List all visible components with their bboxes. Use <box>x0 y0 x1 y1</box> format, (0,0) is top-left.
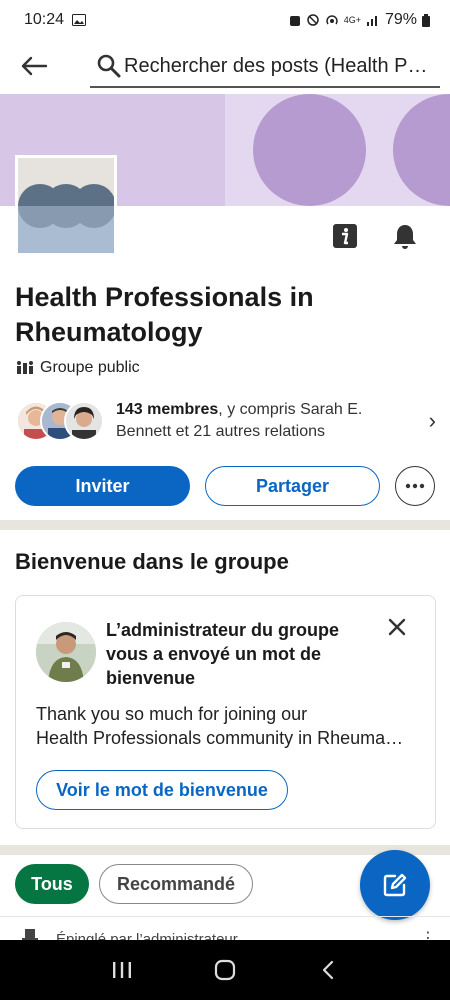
search-placeholder: Rechercher des posts (Health Professiona… <box>124 54 434 77</box>
system-nav-bar <box>0 940 450 1000</box>
welcome-message: Thank you so much for joining our Health… <box>36 702 416 750</box>
pinned-post-header[interactable]: Épinglé par l’administrateur ⋮ <box>0 916 450 940</box>
compose-icon <box>383 873 407 897</box>
filter-chip-recommended[interactable]: Recommandé <box>99 864 253 904</box>
arrow-left-icon <box>21 56 48 76</box>
chevron-right-icon: › <box>428 408 436 433</box>
search-input[interactable]: Rechercher des posts (Health Professiona… <box>90 46 440 88</box>
group-title: Health Professionals in Rheumatology <box>15 282 314 347</box>
welcome-card: L’administrateur du groupe vous a envoyé… <box>15 595 436 829</box>
status-bar: 10:24 4G+ 79% <box>0 0 450 40</box>
view-welcome-button[interactable]: Voir le mot de bienvenue <box>36 770 288 810</box>
recent-apps-icon <box>112 962 131 978</box>
status-right: 4G+ 79% <box>289 11 430 29</box>
gallery-icon <box>72 14 87 26</box>
status-time: 10:24 <box>24 11 65 28</box>
pin-icon <box>22 929 38 940</box>
avatar <box>64 401 104 441</box>
more-icon[interactable]: ⋮ <box>420 928 436 940</box>
chevron-left-icon <box>323 960 334 980</box>
welcome-card-title: L’administrateur du groupe vous a envoyé… <box>106 620 340 688</box>
alarm-icon <box>289 16 300 26</box>
member-avatars <box>16 400 108 442</box>
home-button[interactable] <box>200 945 250 995</box>
welcome-message-line: Health Professionals community in Rheuma… <box>36 728 406 748</box>
search-icon <box>97 54 121 78</box>
members-count: 143 membres <box>116 401 219 418</box>
filter-chip-all[interactable]: Tous <box>15 864 89 904</box>
signal-icon <box>366 16 377 26</box>
search-header: Rechercher des posts (Health Professiona… <box>0 40 450 92</box>
back-nav-button[interactable] <box>303 945 353 995</box>
group-type-label: Groupe public <box>40 359 140 376</box>
dismiss-welcome-button[interactable] <box>384 614 410 640</box>
network-type: 4G+ <box>343 15 361 25</box>
more-options-button[interactable] <box>395 466 435 506</box>
hotspot-icon <box>325 15 338 25</box>
members-summary: 143 membres, y compris Sarah E. Bennett … <box>116 399 406 443</box>
share-button[interactable]: Partager <box>205 466 380 506</box>
group-info-button[interactable] <box>333 224 357 248</box>
close-icon <box>388 618 406 636</box>
invite-button[interactable]: Inviter <box>15 466 190 506</box>
pinned-label: Épinglé par l’administrateur <box>56 931 238 940</box>
back-button[interactable] <box>16 48 52 84</box>
banner-circle <box>253 94 366 206</box>
info-icon <box>333 224 357 248</box>
compose-post-button[interactable] <box>360 850 430 920</box>
battery-percent: 79% <box>384 11 417 28</box>
welcome-heading: Bienvenue dans le groupe <box>15 549 289 574</box>
home-icon <box>214 959 236 981</box>
section-divider <box>0 520 450 530</box>
group-logo-graphic <box>18 158 114 253</box>
welcome-message-line: Thank you so much for joining our <box>36 704 308 724</box>
people-icon <box>17 361 33 374</box>
mute-icon <box>306 14 319 26</box>
group-logo[interactable] <box>15 155 117 256</box>
recent-apps-button[interactable] <box>97 945 147 995</box>
admin-avatar <box>36 622 96 682</box>
more-icon <box>405 483 425 489</box>
status-left: 10:24 <box>24 11 87 29</box>
notifications-button[interactable] <box>391 222 419 250</box>
group-type: Groupe public <box>16 359 140 377</box>
members-row[interactable]: 143 membres, y compris Sarah E. Bennett … <box>16 398 436 444</box>
battery-icon <box>422 13 430 27</box>
bell-icon <box>394 225 416 249</box>
